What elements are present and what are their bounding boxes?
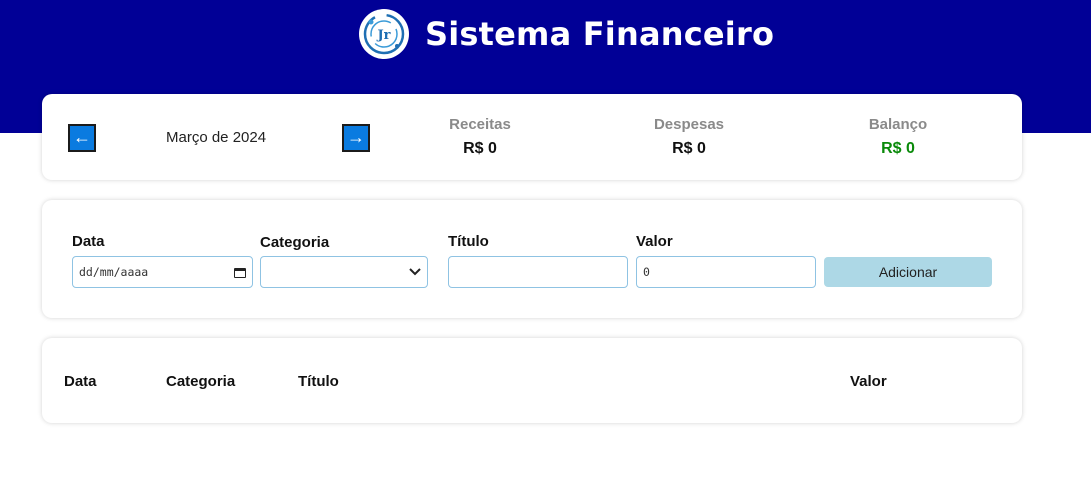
despesas-value: R$ 0 [672,140,706,157]
despesas-label: Despesas [653,116,725,133]
date-input[interactable]: dd/mm/aaaa [72,256,253,288]
current-month: Março de 2024 [166,129,267,146]
value-label: Valor [636,233,673,250]
balanco-summary: Balanço R$ 0 [828,116,968,158]
add-entry-form: Data dd/mm/aaaa Categoria Título Valor 0… [42,200,1022,318]
prev-month-button[interactable]: ← [68,124,96,152]
next-month-button[interactable]: → [342,124,370,152]
brand: Jr Sistema Financeiro [359,8,774,60]
receitas-summary: Receitas R$ 0 [410,116,550,158]
balanco-value: R$ 0 [881,140,915,157]
chevron-down-icon [409,265,421,279]
logo-text: Jr [377,28,391,43]
summary-card: ← Março de 2024 → Receitas R$ 0 Despesas… [42,94,1022,180]
balanco-label: Balanço [868,116,928,133]
logo-icon: Jr [359,9,409,59]
date-placeholder: dd/mm/aaaa [79,265,149,279]
column-header-data: Data [64,373,97,390]
entries-table: Data Categoria Título Valor [42,338,1022,423]
category-select[interactable] [260,256,428,288]
column-header-titulo: Título [298,373,339,390]
arrow-right-icon: → [347,127,365,147]
date-label: Data [72,233,105,250]
calendar-icon[interactable] [234,266,246,278]
despesas-summary: Despesas R$ 0 [619,116,759,158]
title-label: Título [448,233,489,250]
column-header-valor: Valor [850,373,887,390]
category-label: Categoria [260,234,330,251]
column-header-categoria: Categoria [166,373,236,390]
add-button[interactable]: Adicionar [824,257,992,287]
value-input[interactable]: 0 [636,256,816,288]
arrow-left-icon: ← [73,127,91,147]
page-title: Sistema Financeiro [425,15,775,53]
receitas-label: Receitas [449,116,511,133]
title-input[interactable] [448,256,628,288]
value-value: 0 [643,265,650,279]
receitas-value: R$ 0 [463,140,497,157]
